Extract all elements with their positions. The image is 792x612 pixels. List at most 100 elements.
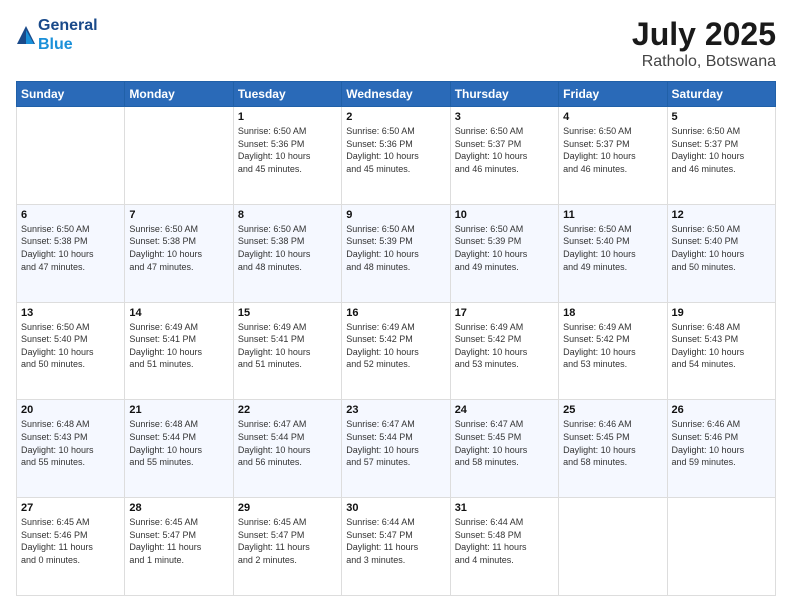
day-cell: 21 Sunrise: 6:48 AM Sunset: 5:44 PM Dayli… xyxy=(125,400,233,498)
day-info: Sunrise: 6:50 AM Sunset: 5:38 PM Dayligh… xyxy=(238,223,337,273)
day-info: Sunrise: 6:45 AM Sunset: 5:46 PM Dayligh… xyxy=(21,516,120,566)
day-info: Sunrise: 6:50 AM Sunset: 5:38 PM Dayligh… xyxy=(129,223,228,273)
day-cell: 12 Sunrise: 6:50 AM Sunset: 5:40 PM Dayli… xyxy=(667,204,775,302)
day-info: Sunrise: 6:49 AM Sunset: 5:42 PM Dayligh… xyxy=(346,321,445,371)
day-number: 17 xyxy=(455,307,554,319)
day-number: 10 xyxy=(455,209,554,221)
day-cell xyxy=(17,107,125,205)
day-cell xyxy=(125,107,233,205)
day-info: Sunrise: 6:48 AM Sunset: 5:43 PM Dayligh… xyxy=(21,418,120,468)
day-info: Sunrise: 6:50 AM Sunset: 5:37 PM Dayligh… xyxy=(455,125,554,175)
col-header-sunday: Sunday xyxy=(17,82,125,107)
header-row: SundayMondayTuesdayWednesdayThursdayFrid… xyxy=(17,82,776,107)
day-cell: 31Sunrise: 6:44 AM Sunset: 5:48 PM Dayli… xyxy=(450,498,558,596)
day-info: Sunrise: 6:48 AM Sunset: 5:44 PM Dayligh… xyxy=(129,418,228,468)
day-cell: 28Sunrise: 6:45 AM Sunset: 5:47 PM Dayli… xyxy=(125,498,233,596)
day-cell: 29Sunrise: 6:45 AM Sunset: 5:47 PM Dayli… xyxy=(233,498,341,596)
day-number: 26 xyxy=(672,404,771,416)
day-cell: 17 Sunrise: 6:49 AM Sunset: 5:42 PM Dayli… xyxy=(450,302,558,400)
day-cell: 10 Sunrise: 6:50 AM Sunset: 5:39 PM Dayli… xyxy=(450,204,558,302)
day-cell: 26 Sunrise: 6:46 AM Sunset: 5:46 PM Dayli… xyxy=(667,400,775,498)
day-number: 21 xyxy=(129,404,228,416)
day-number: 13 xyxy=(21,307,120,319)
day-number: 4 xyxy=(563,111,662,123)
header: General Blue July 2025 Ratholo, Botswana xyxy=(16,16,776,71)
day-cell: 13 Sunrise: 6:50 AM Sunset: 5:40 PM Dayli… xyxy=(17,302,125,400)
day-number: 16 xyxy=(346,307,445,319)
col-header-thursday: Thursday xyxy=(450,82,558,107)
col-header-tuesday: Tuesday xyxy=(233,82,341,107)
day-info: Sunrise: 6:49 AM Sunset: 5:41 PM Dayligh… xyxy=(238,321,337,371)
day-info: Sunrise: 6:48 AM Sunset: 5:43 PM Dayligh… xyxy=(672,321,771,371)
day-number: 24 xyxy=(455,404,554,416)
day-info: Sunrise: 6:50 AM Sunset: 5:40 PM Dayligh… xyxy=(21,321,120,371)
day-cell: 14Sunrise: 6:49 AM Sunset: 5:41 PM Dayli… xyxy=(125,302,233,400)
day-info: Sunrise: 6:50 AM Sunset: 5:40 PM Dayligh… xyxy=(672,223,771,273)
day-number: 25 xyxy=(563,404,662,416)
logo-blue: Blue xyxy=(38,35,98,54)
day-info: Sunrise: 6:46 AM Sunset: 5:46 PM Dayligh… xyxy=(672,418,771,468)
col-header-friday: Friday xyxy=(559,82,667,107)
day-cell: 5 Sunrise: 6:50 AM Sunset: 5:37 PM Daylig… xyxy=(667,107,775,205)
day-info: Sunrise: 6:50 AM Sunset: 5:40 PM Dayligh… xyxy=(563,223,662,273)
day-cell: 6 Sunrise: 6:50 AM Sunset: 5:38 PM Daylig… xyxy=(17,204,125,302)
day-cell: 7 Sunrise: 6:50 AM Sunset: 5:38 PM Daylig… xyxy=(125,204,233,302)
day-info: Sunrise: 6:50 AM Sunset: 5:38 PM Dayligh… xyxy=(21,223,120,273)
day-number: 30 xyxy=(346,502,445,514)
day-number: 12 xyxy=(672,209,771,221)
day-number: 11 xyxy=(563,209,662,221)
title-block: July 2025 Ratholo, Botswana xyxy=(632,16,776,71)
day-info: Sunrise: 6:50 AM Sunset: 5:36 PM Dayligh… xyxy=(346,125,445,175)
day-info: Sunrise: 6:44 AM Sunset: 5:48 PM Dayligh… xyxy=(455,516,554,566)
day-number: 20 xyxy=(21,404,120,416)
day-number: 19 xyxy=(672,307,771,319)
location-title: Ratholo, Botswana xyxy=(632,53,776,71)
day-info: Sunrise: 6:50 AM Sunset: 5:39 PM Dayligh… xyxy=(346,223,445,273)
day-number: 9 xyxy=(346,209,445,221)
day-cell: 11 Sunrise: 6:50 AM Sunset: 5:40 PM Dayli… xyxy=(559,204,667,302)
col-header-saturday: Saturday xyxy=(667,82,775,107)
day-cell: 20 Sunrise: 6:48 AM Sunset: 5:43 PM Dayli… xyxy=(17,400,125,498)
week-row-2: 6 Sunrise: 6:50 AM Sunset: 5:38 PM Daylig… xyxy=(17,204,776,302)
day-cell: 9 Sunrise: 6:50 AM Sunset: 5:39 PM Daylig… xyxy=(342,204,450,302)
week-row-1: 1Sunrise: 6:50 AM Sunset: 5:36 PM Daylig… xyxy=(17,107,776,205)
day-cell: 23Sunrise: 6:47 AM Sunset: 5:44 PM Dayli… xyxy=(342,400,450,498)
logo: General Blue xyxy=(16,16,98,54)
day-info: Sunrise: 6:47 AM Sunset: 5:44 PM Dayligh… xyxy=(238,418,337,468)
col-header-wednesday: Wednesday xyxy=(342,82,450,107)
day-number: 6 xyxy=(21,209,120,221)
month-title: July 2025 xyxy=(632,16,776,53)
day-info: Sunrise: 6:44 AM Sunset: 5:47 PM Dayligh… xyxy=(346,516,445,566)
day-info: Sunrise: 6:49 AM Sunset: 5:41 PM Dayligh… xyxy=(129,321,228,371)
day-cell: 15 Sunrise: 6:49 AM Sunset: 5:41 PM Dayli… xyxy=(233,302,341,400)
day-info: Sunrise: 6:50 AM Sunset: 5:37 PM Dayligh… xyxy=(672,125,771,175)
day-number: 22 xyxy=(238,404,337,416)
week-row-4: 20 Sunrise: 6:48 AM Sunset: 5:43 PM Dayli… xyxy=(17,400,776,498)
day-info: Sunrise: 6:49 AM Sunset: 5:42 PM Dayligh… xyxy=(455,321,554,371)
day-cell xyxy=(667,498,775,596)
calendar-table: SundayMondayTuesdayWednesdayThursdayFrid… xyxy=(16,81,776,596)
day-info: Sunrise: 6:50 AM Sunset: 5:39 PM Dayligh… xyxy=(455,223,554,273)
day-number: 3 xyxy=(455,111,554,123)
day-cell: 8 Sunrise: 6:50 AM Sunset: 5:38 PM Daylig… xyxy=(233,204,341,302)
day-cell: 19 Sunrise: 6:48 AM Sunset: 5:43 PM Dayli… xyxy=(667,302,775,400)
day-number: 2 xyxy=(346,111,445,123)
day-number: 27 xyxy=(21,502,120,514)
day-info: Sunrise: 6:46 AM Sunset: 5:45 PM Dayligh… xyxy=(563,418,662,468)
day-cell: 2 Sunrise: 6:50 AM Sunset: 5:36 PM Daylig… xyxy=(342,107,450,205)
day-number: 8 xyxy=(238,209,337,221)
day-number: 15 xyxy=(238,307,337,319)
day-cell: 16 Sunrise: 6:49 AM Sunset: 5:42 PM Dayli… xyxy=(342,302,450,400)
day-number: 29 xyxy=(238,502,337,514)
day-number: 7 xyxy=(129,209,228,221)
day-cell: 25 Sunrise: 6:46 AM Sunset: 5:45 PM Dayli… xyxy=(559,400,667,498)
day-info: Sunrise: 6:49 AM Sunset: 5:42 PM Dayligh… xyxy=(563,321,662,371)
day-number: 28 xyxy=(129,502,228,514)
day-cell xyxy=(559,498,667,596)
day-info: Sunrise: 6:50 AM Sunset: 5:37 PM Dayligh… xyxy=(563,125,662,175)
page: General Blue July 2025 Ratholo, Botswana… xyxy=(0,0,792,612)
day-number: 5 xyxy=(672,111,771,123)
day-info: Sunrise: 6:47 AM Sunset: 5:45 PM Dayligh… xyxy=(455,418,554,468)
day-cell: 3 Sunrise: 6:50 AM Sunset: 5:37 PM Daylig… xyxy=(450,107,558,205)
week-row-3: 13 Sunrise: 6:50 AM Sunset: 5:40 PM Dayli… xyxy=(17,302,776,400)
